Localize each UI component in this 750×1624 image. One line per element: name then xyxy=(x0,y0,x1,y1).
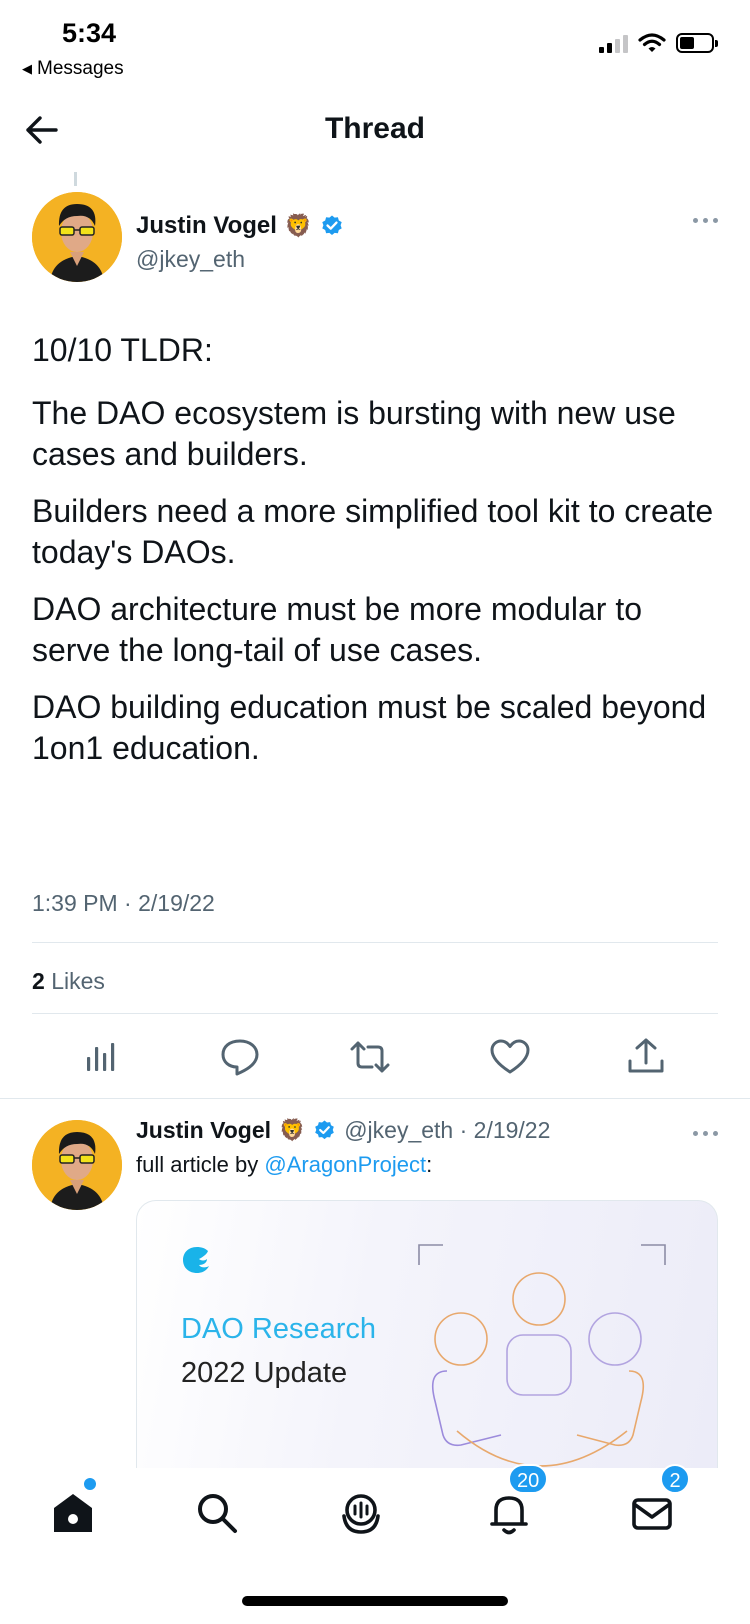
tweet-paragraph: 10/10 TLDR: xyxy=(32,332,213,368)
avatar-image xyxy=(32,1120,122,1210)
lion-emoji-icon: 🦁 xyxy=(284,213,313,238)
analytics-icon[interactable] xyxy=(82,1035,126,1079)
signal-icon xyxy=(599,33,628,53)
lion-emoji-icon: 🦁 xyxy=(279,1118,306,1142)
reply-text-suffix: : xyxy=(426,1152,433,1177)
avatar[interactable] xyxy=(32,192,122,282)
home-indicator[interactable] xyxy=(242,1596,508,1606)
tweet-paragraph: DAO architecture must be more modular to… xyxy=(32,591,643,668)
likes-count[interactable]: 2 Likes xyxy=(32,968,105,995)
more-options-icon[interactable] xyxy=(693,1131,718,1136)
reply-author-row[interactable]: Justin Vogel 🦁 @jkey_eth · 2/19/22 xyxy=(136,1117,550,1144)
messages-icon[interactable] xyxy=(628,1488,678,1538)
tweet-author[interactable]: Justin Vogel 🦁 @jkey_eth xyxy=(136,212,344,273)
likes-label: Likes xyxy=(51,968,105,994)
reply-text-prefix: full article by xyxy=(136,1152,265,1177)
back-to-app-link[interactable]: ◀ Messages xyxy=(22,58,124,80)
divider xyxy=(32,1013,718,1014)
status-bar: 5:34 ◀ Messages xyxy=(0,0,750,90)
tweet-actions xyxy=(0,1035,750,1085)
status-icons xyxy=(599,32,718,54)
like-icon[interactable] xyxy=(488,1035,532,1079)
mention-link[interactable]: @AragonProject xyxy=(264,1152,426,1177)
author-name: Justin Vogel xyxy=(136,212,277,239)
tweet-timestamp[interactable]: 1:39 PM · 2/19/22 xyxy=(32,890,215,917)
back-app-label: Messages xyxy=(37,58,124,79)
notifications-icon[interactable] xyxy=(484,1488,534,1538)
more-options-icon[interactable] xyxy=(693,218,718,223)
aragon-logo-icon xyxy=(183,1247,209,1273)
tweet-paragraph: The DAO ecosystem is bursting with new u… xyxy=(32,395,676,472)
spaces-icon[interactable] xyxy=(336,1488,386,1538)
divider xyxy=(32,942,718,943)
reply-handle-date: @jkey_eth · 2/19/22 xyxy=(344,1117,551,1143)
verified-badge-icon xyxy=(322,215,343,235)
section-divider xyxy=(0,1098,750,1099)
verified-badge-icon xyxy=(315,1120,334,1140)
tweet-paragraph: Builders need a more simplified tool kit… xyxy=(32,493,714,570)
tweet-text: 10/10 TLDR: The DAO ecosystem is burstin… xyxy=(32,330,722,785)
author-handle: @jkey_eth xyxy=(136,246,246,272)
wifi-icon xyxy=(638,33,666,52)
likes-number: 2 xyxy=(32,968,45,994)
back-triangle-icon: ◀ xyxy=(22,61,32,76)
avatar-image xyxy=(32,192,122,282)
messages-badge: 2 xyxy=(660,1464,690,1494)
avatar[interactable] xyxy=(32,1120,122,1210)
share-icon[interactable] xyxy=(624,1035,668,1079)
notifications-badge: 20 xyxy=(508,1464,549,1494)
status-time: 5:34 xyxy=(62,18,117,48)
community-illustration-icon xyxy=(418,1244,666,1467)
card-subtitle: 2022 Update xyxy=(181,1357,348,1389)
tweet-paragraph: DAO building education must be scaled be… xyxy=(32,689,707,766)
page-title: Thread xyxy=(324,112,426,145)
retweet-icon[interactable] xyxy=(348,1035,392,1079)
thread-header: Thread xyxy=(0,100,750,160)
card-title: DAO Research xyxy=(181,1313,377,1345)
link-preview-card[interactable]: DAO Research 2022 Update xyxy=(136,1200,718,1470)
home-unread-dot xyxy=(84,1478,96,1490)
reply-icon[interactable] xyxy=(218,1035,262,1079)
home-icon[interactable] xyxy=(48,1488,98,1538)
thread-connector-line xyxy=(74,172,77,186)
search-icon[interactable] xyxy=(192,1488,242,1538)
reply-author-name: Justin Vogel xyxy=(136,1117,272,1143)
reply-text: full article by @AragonProject: xyxy=(136,1152,432,1178)
battery-icon xyxy=(676,33,718,53)
